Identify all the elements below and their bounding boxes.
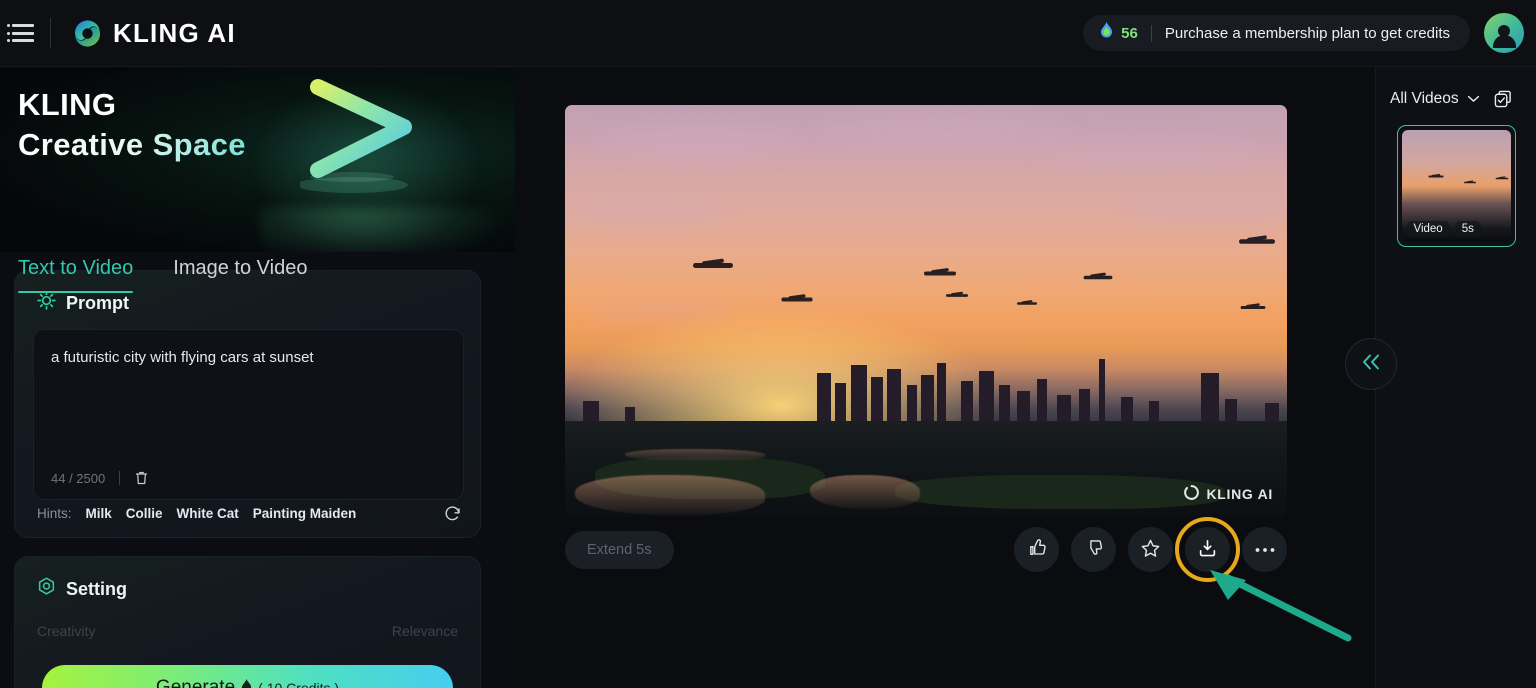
more-options-button[interactable] <box>1242 527 1287 572</box>
hero-banner: KLING Creative Space <box>0 67 515 252</box>
credit-balance: 56 <box>1099 22 1138 44</box>
credit-count-text: 56 <box>1121 24 1138 42</box>
setting-card-title: Setting <box>66 579 127 599</box>
badge-duration: 5s <box>1454 221 1481 237</box>
prompt-input[interactable]: a futuristic city with flying cars at su… <box>51 347 447 368</box>
hero-reflection <box>260 207 510 252</box>
user-avatar-image <box>1484 13 1524 53</box>
flying-vehicle <box>1240 305 1266 310</box>
top-navigation-bar: KLING AI 56 Purchase a membership plan t… <box>0 0 1536 67</box>
download-icon <box>1197 538 1218 562</box>
hint-chip-collie[interactable]: Collie <box>126 506 163 521</box>
thumbnail-badges: Video 5s <box>1406 221 1481 237</box>
flying-vehicle <box>693 263 733 268</box>
hero-title-line1: KLING <box>18 87 117 122</box>
prompt-hints-row: Hints: Milk Collie White Cat Painting Ma… <box>37 504 462 523</box>
hints-label: Hints: <box>37 506 72 521</box>
brand-name: KLING AI <box>113 17 236 48</box>
flame-credit-icon <box>240 679 253 688</box>
tab-text-to-video[interactable]: Text to Video <box>18 257 134 293</box>
video-action-buttons <box>1014 517 1287 582</box>
prompt-card: Prompt a futuristic city with flying car… <box>14 270 481 538</box>
mode-tabs: Text to Video Image to Video <box>0 257 515 293</box>
video-player[interactable]: KLING AI <box>565 105 1287 517</box>
kling-ai-app: KLING AI 56 Purchase a membership plan t… <box>0 0 1536 688</box>
flying-vehicle <box>1017 302 1037 305</box>
brand[interactable]: KLING AI <box>73 18 236 49</box>
thumbs-up-icon <box>1027 538 1047 561</box>
pill-divider <box>1150 24 1152 42</box>
video-frame-city <box>565 347 1287 517</box>
purchase-membership-label: Purchase a membership plan to get credit… <box>1164 24 1450 42</box>
ellipsis-icon <box>1254 542 1276 557</box>
video-frame-water <box>575 475 765 515</box>
generate-label: Generate <box>155 677 236 688</box>
extend-5s-button[interactable]: Extend 5s <box>565 531 674 569</box>
prompt-footer: 44 / 2500 <box>51 470 149 486</box>
setting-label-left: Creativity <box>37 623 96 639</box>
left-sidebar-panel: KLING Creative Space Text to Video Image… <box>0 67 515 688</box>
list-menu-icon[interactable] <box>7 22 34 44</box>
video-frame-water <box>625 449 765 461</box>
setting-card-header: Setting <box>15 557 480 602</box>
chevron-down-icon[interactable] <box>1467 90 1480 108</box>
tab-image-to-video[interactable]: Image to Video <box>173 257 307 293</box>
thumbs-down-icon <box>1084 538 1104 561</box>
refresh-icon[interactable] <box>443 504 462 523</box>
hero-title-line2: Creative Space <box>18 125 246 165</box>
gallery-header: All Videos <box>1376 67 1536 108</box>
favorite-button[interactable] <box>1128 527 1173 572</box>
sun-brightness-icon <box>37 291 56 315</box>
hint-chip-white-cat[interactable]: White Cat <box>177 506 239 521</box>
thumbnail-image: Video 5s <box>1401 130 1511 242</box>
collapse-panel-handle[interactable] <box>1345 338 1397 390</box>
center-preview-area: KLING AI Extend 5s <box>515 67 1375 688</box>
video-watermark: KLING AI <box>1184 485 1273 503</box>
dislike-button[interactable] <box>1071 527 1116 572</box>
prompt-input-box[interactable]: a futuristic city with flying cars at su… <box>33 329 464 500</box>
topbar-right-group: 56 Purchase a membership plan to get cre… <box>1083 13 1536 53</box>
setting-label-right: Relevance <box>391 623 458 639</box>
gallery-thumbnail-item[interactable]: Video 5s <box>1396 125 1516 247</box>
flying-vehicle <box>1239 239 1275 244</box>
flying-vehicle <box>924 271 956 276</box>
double-chevron-left-icon <box>1360 353 1382 376</box>
topbar-divider <box>50 18 51 48</box>
avatar[interactable] <box>1484 13 1524 53</box>
hint-chip-milk[interactable]: Milk <box>86 506 112 521</box>
badge-type: Video <box>1406 221 1450 237</box>
generate-credits-text: ( 10 Credits ) <box>258 680 340 688</box>
kling-logo-icon <box>73 19 102 48</box>
video-frame-water <box>810 475 920 509</box>
flame-credit-icon <box>1099 22 1114 44</box>
flying-vehicle <box>946 294 968 297</box>
play-triangle-logo <box>296 73 430 203</box>
footer-divider <box>119 471 121 485</box>
video-watermark-text: KLING AI <box>1206 486 1273 502</box>
hero-title: KLING Creative Space <box>18 85 246 165</box>
multi-select-icon[interactable] <box>1494 90 1512 108</box>
flying-vehicle <box>1083 275 1113 280</box>
setting-slider-labels: Creativity Relevance <box>37 623 458 639</box>
generate-button[interactable]: Generate ( 10 Credits ) <box>42 665 453 688</box>
hint-chip-painting-maiden[interactable]: Painting Maiden <box>253 506 357 521</box>
generate-credits: ( 10 Credits ) <box>240 679 339 688</box>
star-icon <box>1140 538 1161 562</box>
kling-mark-icon <box>1184 485 1200 503</box>
right-gallery-panel: All Videos Video 5s <box>1375 67 1536 688</box>
prompt-card-title: Prompt <box>66 292 129 313</box>
flying-vehicle <box>781 297 813 302</box>
trash-icon[interactable] <box>134 470 149 486</box>
hexagon-settings-icon <box>37 577 56 602</box>
like-button[interactable] <box>1014 527 1059 572</box>
character-counter: 44 / 2500 <box>51 470 106 486</box>
download-button[interactable] <box>1175 517 1240 582</box>
credits-purchase-pill[interactable]: 56 Purchase a membership plan to get cre… <box>1083 15 1470 51</box>
all-videos-filter[interactable]: All Videos <box>1390 90 1459 108</box>
